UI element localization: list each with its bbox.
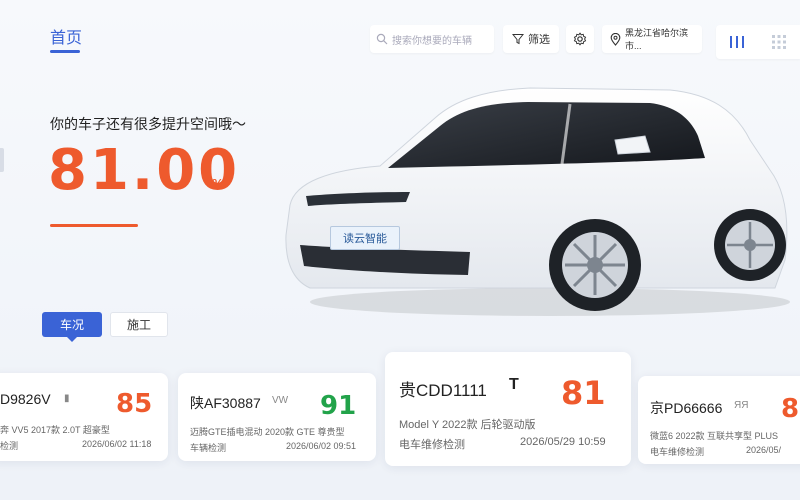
search-placeholder: 搜索你想要的车辆 (392, 35, 472, 47)
card-plate: 贵CDD1111 (399, 381, 487, 400)
view-toggle (716, 25, 800, 59)
grid-view-icon (772, 35, 786, 49)
card-model: 迈腾GTE插电混动 2020款 GTE 尊贵型 (190, 427, 345, 437)
list-view-button[interactable] (716, 35, 758, 49)
tab-condition[interactable]: 车况 (42, 312, 102, 342)
tab-home[interactable]: 首页 (50, 24, 82, 48)
brand-logo-icon: ▮ (64, 393, 70, 404)
card-time: 2026/05/ (746, 445, 782, 455)
search-icon (376, 33, 388, 45)
filter-label: 筛选 (528, 34, 550, 46)
filter-button[interactable]: 筛选 (503, 25, 559, 53)
card-model: 微蓝6 2022款 互联共享型 PLUS (650, 431, 779, 441)
car-sign-text: 读云智能 (343, 233, 387, 245)
card-inspection-type: 电车维修检测 (650, 447, 705, 457)
improvement-subtitle: 你的车子还有很多提升空间哦～ (50, 116, 246, 132)
score-unit: % (212, 176, 224, 191)
brand-logo-icon: VW (272, 395, 289, 406)
card-inspection-type: 检测 (0, 441, 19, 451)
brand-logo-icon: ЯЯ (734, 400, 749, 411)
card-score: 8 (781, 394, 800, 424)
card-score: 85 (116, 389, 153, 419)
brand-logo-icon: T (509, 376, 519, 393)
gear-icon (573, 32, 587, 46)
score-underline (50, 224, 138, 227)
tab-home-underline (50, 50, 80, 53)
tab-construction-label: 施工 (126, 318, 151, 332)
card-plate: D9826V (0, 391, 51, 407)
grid-view-button[interactable] (758, 35, 800, 49)
card-inspection-type: 车辆检测 (190, 443, 227, 453)
side-drawer-handle[interactable] (0, 148, 4, 172)
filter-icon (512, 34, 524, 45)
vehicle-card[interactable]: 京PD66666 ЯЯ 8 微蓝6 2022款 互联共享型 PLUS 电车维修检… (638, 376, 800, 464)
card-time: 2026/06/02 11:18 (82, 439, 152, 449)
tab-construction[interactable]: 施工 (110, 312, 168, 337)
search-input[interactable]: 搜索你想要的车辆 (370, 25, 494, 53)
card-score: 81 (561, 374, 606, 412)
list-view-icon (730, 36, 744, 48)
vehicle-card[interactable]: 贵CDD1111 T 81 Model Y 2022款 后轮驱动版 电车维修检测… (385, 352, 631, 466)
card-model: 奔 VV5 2017款 2.0T 超豪型 (0, 425, 110, 435)
card-inspection-type: 电车维修检测 (399, 439, 465, 451)
location-selector[interactable]: 黑龙江省哈尔滨市... (602, 25, 702, 53)
vehicle-card[interactable]: 陕AF30887 VW 91 迈腾GTE插电混动 2020款 GTE 尊贵型 车… (178, 373, 376, 461)
tab-condition-label: 车况 (59, 318, 84, 332)
location-label: 黑龙江省哈尔滨市... (625, 28, 689, 51)
card-score: 91 (320, 391, 357, 421)
vehicle-card[interactable]: D9826V ▮ 85 奔 VV5 2017款 2.0T 超豪型 检测 2026… (0, 373, 168, 461)
card-plate: 京PD66666 (650, 400, 723, 416)
score-value: 81.00 (48, 138, 241, 203)
card-model: Model Y 2022款 后轮驱动版 (399, 419, 536, 431)
car-license-sign: 读云智能 (330, 226, 400, 250)
location-pin-icon (610, 32, 621, 46)
card-time: 2026/05/29 10:59 (520, 436, 606, 448)
card-time: 2026/06/02 09:51 (286, 441, 357, 451)
settings-button[interactable] (566, 25, 594, 53)
card-plate: 陕AF30887 (190, 395, 261, 411)
car-image (285, 87, 790, 316)
